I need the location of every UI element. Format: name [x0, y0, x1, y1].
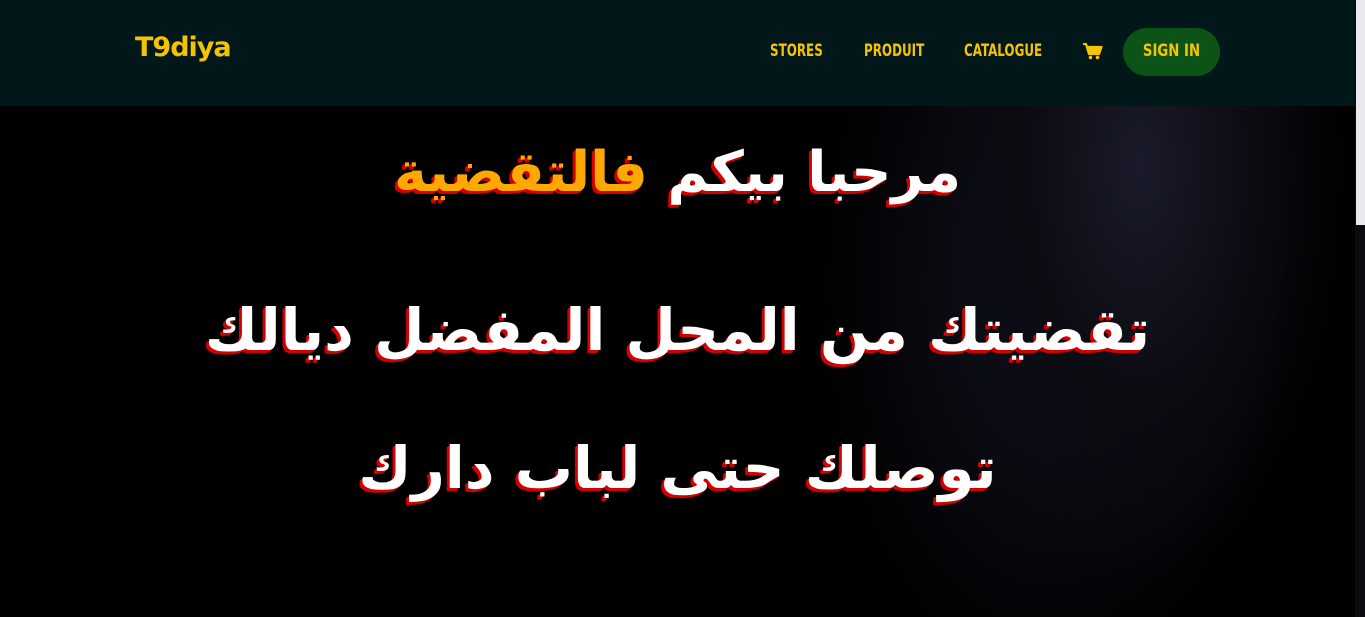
hero-heading-line2: تقضيتك من المحل المفضل ديالك	[204, 296, 1151, 364]
scrollbar-thumb[interactable]	[1356, 0, 1365, 225]
hero-heading-line3: توصلك حتى لباب دارك	[358, 434, 997, 502]
nav-link-catalogue[interactable]: CATALOGUE	[964, 41, 1042, 61]
sign-in-label: SIGN IN	[1142, 41, 1201, 61]
hero-heading-prefix: مرحبا بيكم	[667, 140, 961, 205]
nav-link-produit[interactable]: PRODUIT	[864, 41, 924, 61]
hero-heading-line1: مرحبا بيكم فالتقضية	[0, 140, 1355, 205]
sign-in-button[interactable]: SIGN IN	[1123, 28, 1220, 76]
hero-heading-highlight: فالتقضية	[393, 140, 648, 205]
nav-link-stores[interactable]: STORES	[770, 41, 823, 61]
hero-section: مرحبا بيكم فالتقضية تقضيتك من المحل المف…	[0, 106, 1355, 617]
brand-logo[interactable]: T9diya	[135, 32, 232, 63]
navbar: T9diya STORES PRODUIT CATALOGUE SIGN IN	[0, 0, 1355, 106]
shopping-cart-icon[interactable]	[1083, 43, 1103, 60]
